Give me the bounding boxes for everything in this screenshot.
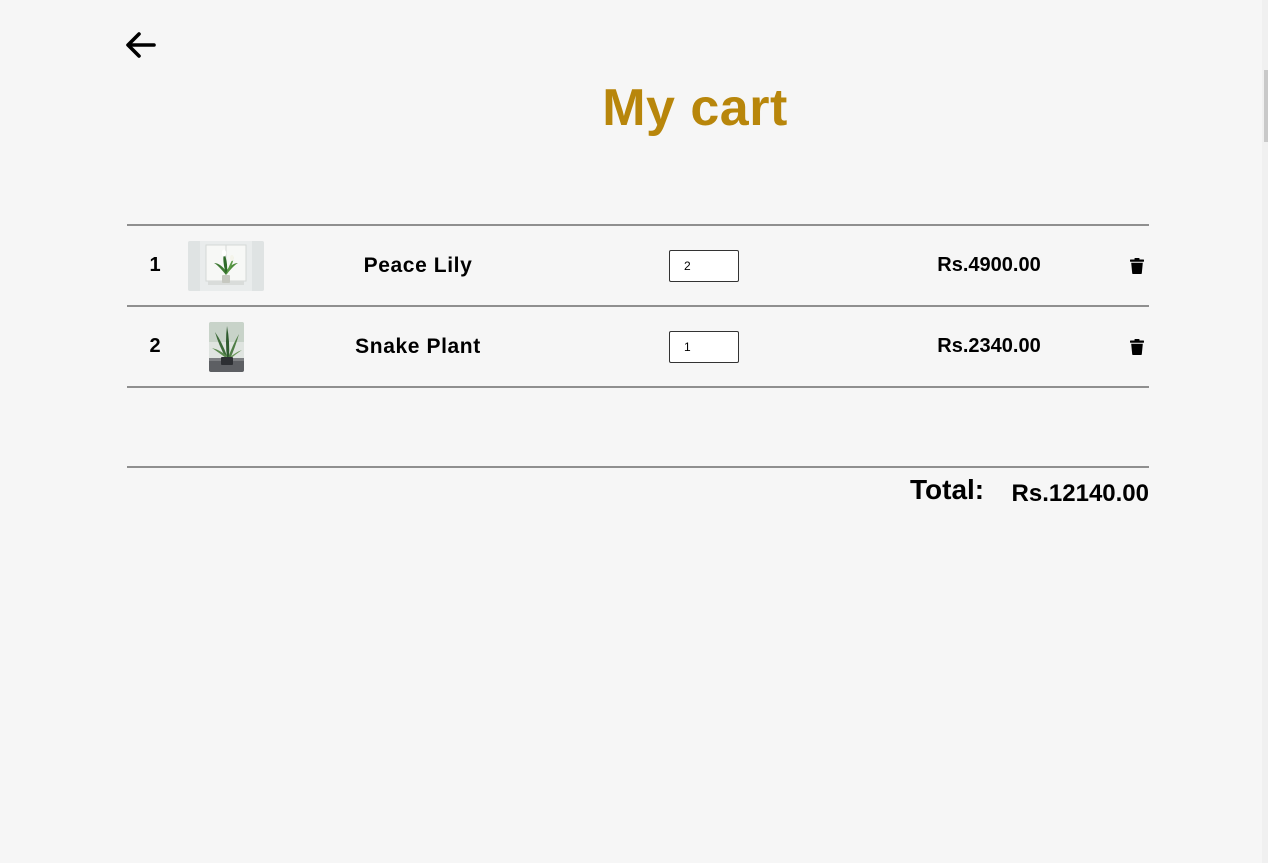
item-thumbnail-cell <box>188 307 264 386</box>
peace-lily-image <box>188 240 264 291</box>
back-button[interactable] <box>124 30 158 60</box>
snake-plant-image <box>208 321 244 372</box>
page-title: My cart <box>602 79 788 137</box>
item-name: Snake Plant <box>355 334 481 358</box>
item-thumbnail-cell <box>188 226 264 305</box>
quantity-input[interactable] <box>669 249 739 282</box>
item-index: 2 <box>149 335 161 357</box>
delete-item-button[interactable] <box>1125 226 1149 305</box>
trash-icon <box>1130 257 1144 274</box>
arrow-left-icon <box>126 32 156 58</box>
delete-item-button[interactable] <box>1125 307 1149 386</box>
cart-row: 1 Peace Lily 2 Rs.4900.00 <box>127 226 1149 307</box>
item-price: Rs.2340.00 <box>937 335 1041 357</box>
item-index: 1 <box>149 254 161 276</box>
quantity-cell <box>669 307 739 386</box>
quantity-input[interactable] <box>669 330 739 363</box>
item-name: Peace Lily <box>363 253 473 277</box>
total-divider <box>127 466 1149 468</box>
quantity-cell <box>669 226 739 305</box>
cart-table: 1 Peace Lily 2 Rs.4900.00 2 Snake Plant … <box>127 224 1149 388</box>
trash-icon <box>1130 338 1144 355</box>
cart-row: 2 Snake Plant Rs.2340.0 <box>127 307 1149 388</box>
item-price: Rs.4900.00 <box>937 254 1041 276</box>
total-label: Total: <box>910 474 985 505</box>
total-value: Rs.12140.00 <box>1011 480 1149 507</box>
